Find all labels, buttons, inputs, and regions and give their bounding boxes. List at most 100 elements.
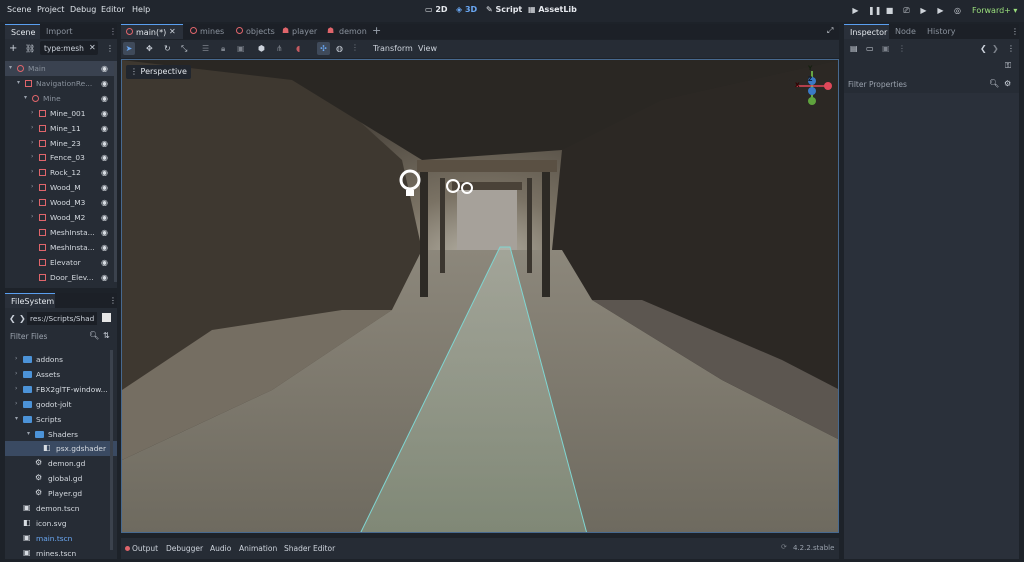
scene-tree-row[interactable]: › Mine_23 ◉ xyxy=(5,136,117,151)
version-label[interactable]: 4.2.2.stable xyxy=(793,544,834,552)
filesystem-item[interactable]: › addons xyxy=(5,352,117,367)
scene-tree-scrollbar[interactable] xyxy=(114,62,117,282)
clear-filter-icon[interactable]: ✕ xyxy=(89,43,96,52)
gizmo-x-axis[interactable]: X xyxy=(795,82,800,89)
add-tab-icon[interactable]: + xyxy=(372,24,381,37)
dock-menu-icon[interactable]: ⋮ xyxy=(109,296,117,305)
expand-arrow-icon[interactable]: › xyxy=(31,183,33,190)
visibility-eye-icon[interactable]: ◉ xyxy=(101,213,108,222)
play-icon[interactable]: ▶ xyxy=(851,6,860,15)
list-select-icon[interactable]: ☰ xyxy=(202,44,209,53)
tab-node[interactable]: Node xyxy=(889,24,921,39)
visibility-eye-icon[interactable]: ◉ xyxy=(101,139,108,148)
new-resource-icon[interactable]: ▤ xyxy=(850,44,858,53)
expand-arrow-icon[interactable]: › xyxy=(31,198,33,205)
save-resource-icon[interactable]: ▣ xyxy=(882,44,890,53)
filesystem-item[interactable]: ⚙ demon.gd xyxy=(5,456,117,471)
scene-tab-main[interactable]: main(*) ✕ xyxy=(121,24,183,39)
expand-arrow-icon[interactable]: › xyxy=(15,355,17,362)
sort-icon[interactable]: ⇅ xyxy=(103,331,110,340)
inspector-options-icon[interactable]: ⚙ xyxy=(1004,79,1011,88)
menu-editor[interactable]: Editor xyxy=(101,5,125,14)
filesystem-item[interactable]: ▾ Scripts xyxy=(5,412,117,427)
back-icon[interactable]: ❮ xyxy=(9,314,16,323)
pause-icon[interactable]: ❚❚ xyxy=(868,6,881,15)
environment-icon[interactable]: ◍ xyxy=(336,44,343,53)
transform-menu[interactable]: Transform xyxy=(373,44,413,53)
visibility-eye-icon[interactable]: ◉ xyxy=(101,109,108,118)
split-view-icon[interactable] xyxy=(102,313,111,322)
scene-tab-demon[interactable]: ☗ demon xyxy=(325,24,371,39)
movie-maker-icon[interactable]: ◎ xyxy=(953,6,962,15)
scene-tab-objects[interactable]: objects xyxy=(232,24,282,39)
filesystem-item[interactable]: ▣ main.tscn xyxy=(5,531,117,546)
expand-arrow-icon[interactable]: › xyxy=(31,139,33,146)
filter-files-input[interactable]: Filter Files xyxy=(5,330,91,343)
expand-arrow-icon[interactable]: ▾ xyxy=(24,94,27,101)
scene-filter-input[interactable]: type:mesh ✕ xyxy=(40,41,98,55)
filesystem-scrollbar[interactable] xyxy=(110,350,113,550)
scene-tab-player[interactable]: ☗ player xyxy=(279,24,321,39)
visibility-eye-icon[interactable]: ◉ xyxy=(101,153,108,162)
play-scene-icon[interactable]: ▶ xyxy=(919,6,928,15)
tab-history[interactable]: History xyxy=(921,24,963,39)
bottom-tab-audio[interactable]: Audio xyxy=(210,544,231,553)
scale-tool-icon[interactable]: ⤡ xyxy=(181,44,187,54)
filesystem-item[interactable]: ◧ psx.gdshader xyxy=(5,441,117,457)
bottom-tab-debugger[interactable]: Debugger xyxy=(166,544,203,553)
expand-arrow-icon[interactable]: › xyxy=(31,168,33,175)
filesystem-item[interactable]: › godot-jolt xyxy=(5,397,117,412)
scene-tree-row[interactable]: › Wood_M2 ◉ xyxy=(5,210,117,225)
expand-arrow-icon[interactable]: › xyxy=(31,124,33,131)
expand-arrow-icon[interactable]: ▾ xyxy=(17,79,20,86)
tab-filesystem[interactable]: FileSystem xyxy=(5,293,55,308)
group-icon[interactable]: ▣ xyxy=(237,44,245,53)
scene-tree-row[interactable]: › Fence_03 ◉ xyxy=(5,150,117,165)
expand-arrow-icon[interactable]: › xyxy=(15,385,17,392)
menu-debug[interactable]: Debug xyxy=(70,5,96,14)
camera-preview-icon[interactable]: ◖ xyxy=(296,44,300,53)
view-menu[interactable]: View xyxy=(418,44,437,53)
filesystem-item[interactable]: ⚙ global.gd xyxy=(5,471,117,486)
filesystem-item[interactable]: ▾ Shaders xyxy=(5,427,117,442)
gizmo-y-axis[interactable]: Y xyxy=(808,65,812,72)
local-space-icon[interactable]: ⬢ xyxy=(258,44,265,53)
remote-debug-icon[interactable]: ⎚ xyxy=(902,6,911,15)
viewport-3d[interactable]: ⋮ Perspective Y X Z xyxy=(121,59,839,533)
scene-tree-row[interactable]: ▾ Main ◉ xyxy=(5,61,117,76)
expand-arrow-icon[interactable]: › xyxy=(15,370,17,377)
workspace-3d-button[interactable]: ◈ 3D xyxy=(456,5,477,14)
scene-tree-row[interactable]: Door_Elev... ◉ xyxy=(5,270,117,285)
expand-arrow-icon[interactable]: ▾ xyxy=(15,415,18,422)
filesystem-item[interactable]: ⚙ Player.gd xyxy=(5,486,117,501)
history-list-icon[interactable]: ⋮ xyxy=(1007,44,1015,53)
scene-options-icon[interactable]: ⋮ xyxy=(106,44,114,53)
menu-help[interactable]: Help xyxy=(132,5,150,14)
link-icon[interactable]: ⛓ xyxy=(25,44,35,53)
gizmo-z-axis[interactable]: Z xyxy=(808,76,812,83)
rotate-tool-icon[interactable]: ↻ xyxy=(164,44,171,53)
lock-icon[interactable]: 🔒︎ xyxy=(221,44,225,54)
scene-tree-row[interactable]: › Mine_11 ◉ xyxy=(5,121,117,136)
menu-project[interactable]: Project xyxy=(37,5,64,14)
toggle-grid-icon[interactable]: ✣ xyxy=(317,42,330,55)
select-tool-icon[interactable]: ➤ xyxy=(123,42,135,55)
visibility-eye-icon[interactable]: ◉ xyxy=(101,183,108,192)
scene-tree-row[interactable]: Elevator ◉ xyxy=(5,255,117,270)
visibility-eye-icon[interactable]: ◉ xyxy=(101,94,108,103)
workspace-assetlib-button[interactable]: ▦ AssetLib xyxy=(528,5,577,14)
snap-icon[interactable]: ⋔ xyxy=(276,44,283,53)
bottom-tab-shader-editor[interactable]: Shader Editor xyxy=(284,544,335,553)
scene-tree-row[interactable]: MeshInsta... ◉ xyxy=(5,240,117,255)
distraction-free-icon[interactable]: ⤢ xyxy=(827,26,833,36)
dock-menu-icon[interactable]: ⋮ xyxy=(1011,27,1019,36)
filesystem-item[interactable]: › FBX2glTF-window... xyxy=(5,382,117,397)
visibility-eye-icon[interactable]: ◉ xyxy=(101,273,108,282)
visibility-eye-icon[interactable]: ◉ xyxy=(101,79,108,88)
scene-tree-row[interactable]: › Wood_M ◉ xyxy=(5,180,117,195)
stop-icon[interactable]: ■ xyxy=(885,6,894,15)
bottom-tab-animation[interactable]: Animation xyxy=(239,544,277,553)
resource-menu-icon[interactable]: ⋮ xyxy=(898,44,906,53)
filter-properties-input[interactable]: Filter Properties 🔍︎ ⚙ xyxy=(844,76,1019,92)
menu-scene[interactable]: Scene xyxy=(7,5,31,14)
